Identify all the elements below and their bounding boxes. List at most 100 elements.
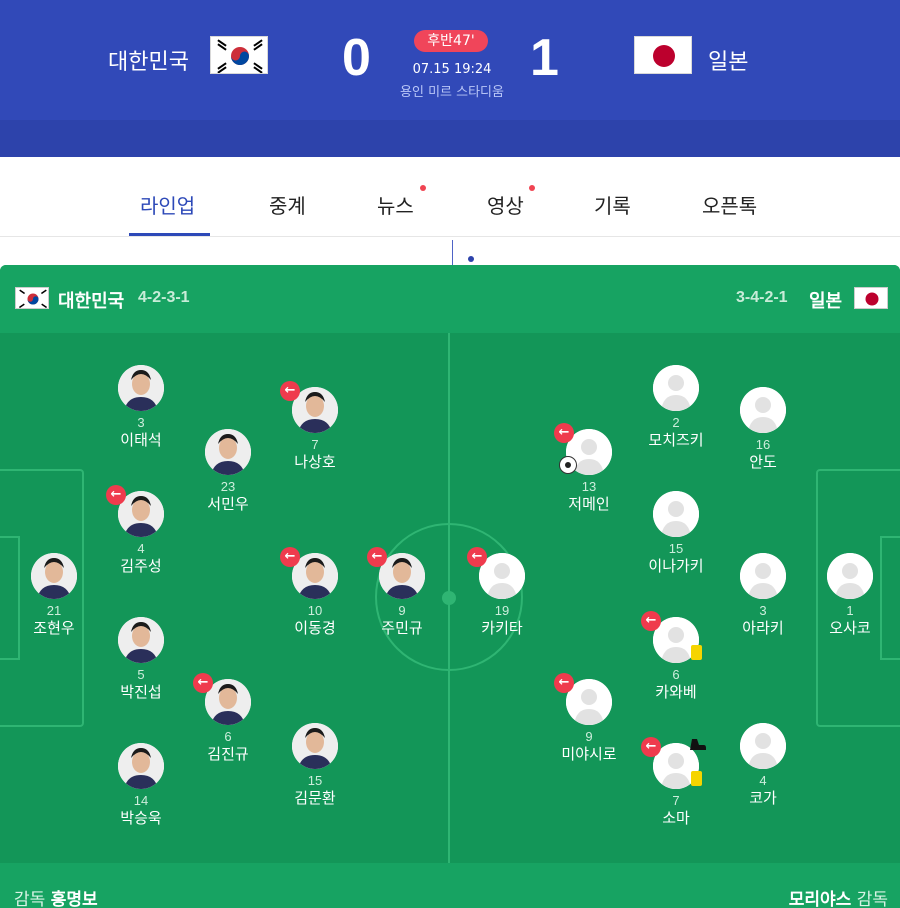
video-new-dot [529, 185, 535, 191]
coach-name[interactable]: 모리야스 [789, 890, 852, 908]
player-away[interactable]: 19 카키타 ← [452, 547, 552, 649]
away-score: 1 [530, 29, 559, 87]
player-name: 모치즈키 [648, 431, 704, 449]
player-away[interactable]: 9 미야시로 ← [539, 673, 639, 775]
away-coach: 모리야스 감독 [789, 885, 888, 908]
player-name: 조현우 [33, 619, 75, 637]
japan-flag-icon [634, 36, 692, 74]
goal-events-bar: 저메인 8' [0, 120, 900, 277]
player-number: 9 [585, 729, 593, 744]
player-number: 4 [759, 773, 767, 788]
player-name: 김문환 [294, 789, 336, 807]
tab-lineup[interactable]: 라인업 [140, 190, 195, 219]
player-home[interactable]: 3 이태석 [91, 365, 191, 461]
player-number: 10 [307, 603, 323, 618]
home-lineup-team[interactable]: 대한민국 [58, 287, 124, 313]
yellow-card-icon [691, 645, 702, 660]
substitution-icon: ← [641, 611, 661, 631]
player-home[interactable]: 23 서민우 [178, 429, 278, 525]
coach-name[interactable]: 홍명보 [51, 890, 98, 908]
pitch: 3 이태석 7 나상호 ← 23 서민우 4 김주성 ← 21 조현우 10 이동경 ← 9 주민규 ← 5 박진섭 6… [0, 333, 900, 863]
player-name: 나상호 [294, 453, 336, 471]
player-away[interactable]: 16 안도 [713, 387, 813, 483]
match-datetime: 07.15 19:24 [412, 62, 492, 77]
tab-broadcast[interactable]: 중계 [269, 190, 306, 219]
player-name: 서민우 [207, 495, 249, 513]
player-name: 주민규 [381, 619, 423, 637]
match-header: 대한민국 0 후반47' 07.15 19:24 용인 미르 스타디움 1 일본… [0, 0, 900, 277]
player-name: 코가 [749, 789, 777, 807]
tab-video[interactable]: 영상 [487, 190, 524, 219]
player-name: 박진섭 [120, 683, 162, 701]
player-away[interactable]: 6 카와베 ← [626, 611, 726, 713]
player-name: 이태석 [120, 431, 162, 449]
player-away[interactable]: 13 저메인 ← [539, 423, 639, 525]
player-avatar [31, 553, 77, 599]
player-avatar [653, 365, 699, 411]
player-away[interactable]: 3 아라키 [713, 553, 813, 649]
player-home[interactable]: 4 김주성 ← [91, 485, 191, 587]
player-name: 아라키 [742, 619, 784, 637]
home-score: 0 [342, 29, 371, 87]
player-home[interactable]: 7 나상호 ← [265, 381, 365, 483]
player-home[interactable]: 9 주민규 ← [352, 547, 452, 649]
player-name: 오사코 [829, 619, 871, 637]
player-number: 6 [224, 729, 232, 744]
player-name: 박승욱 [120, 809, 162, 827]
tab-records[interactable]: 기록 [594, 190, 631, 219]
boot-icon [688, 739, 706, 757]
player-number: 13 [581, 479, 597, 494]
player-home[interactable]: 6 김진규 ← [178, 673, 278, 775]
away-team-name[interactable]: 일본 [708, 44, 748, 76]
player-avatar [292, 723, 338, 769]
player-home[interactable]: 10 이동경 ← [265, 547, 365, 649]
player-away[interactable]: 4 코가 [713, 723, 813, 819]
player-number: 19 [494, 603, 510, 618]
player-avatar [118, 743, 164, 789]
home-team-name[interactable]: 대한민국 [108, 44, 189, 76]
player-name: 안도 [749, 453, 777, 471]
player-number: 21 [46, 603, 62, 618]
player-avatar [205, 429, 251, 475]
player-number: 23 [220, 479, 236, 494]
substitution-icon: ← [193, 673, 213, 693]
player-number: 3 [137, 415, 145, 430]
player-number: 7 [311, 437, 319, 452]
player-number: 9 [398, 603, 406, 618]
player-number: 6 [672, 667, 680, 682]
substitution-icon: ← [554, 423, 574, 443]
player-home[interactable]: 21 조현우 [4, 553, 104, 649]
lineup-header: 대한민국 4-2-3-1 3-4-2-1 일본 [0, 265, 900, 333]
substitution-icon: ← [367, 547, 387, 567]
player-home[interactable]: 5 박진섭 [91, 617, 191, 713]
active-tab-indicator [129, 233, 210, 236]
player-number: 2 [672, 415, 680, 430]
news-new-dot [420, 185, 426, 191]
korea-flag-icon [15, 287, 49, 309]
soccer-ball-icon [465, 253, 477, 265]
player-away[interactable]: 2 모치즈키 [626, 365, 726, 461]
japan-flag-icon [854, 287, 888, 309]
match-venue: 용인 미르 스타디움 [400, 85, 504, 100]
player-name: 저메인 [568, 495, 610, 513]
player-away[interactable]: 1 오사코 [800, 553, 900, 649]
player-number: 3 [759, 603, 767, 618]
yellow-card-icon [691, 771, 702, 786]
tab-opentalk[interactable]: 오픈톡 [702, 190, 757, 219]
coach-bar: 감독 홍명보 모리야스 감독 [0, 863, 900, 908]
coach-label: 감독 [856, 890, 888, 908]
player-number: 14 [133, 793, 149, 808]
player-number: 1 [846, 603, 854, 618]
player-name: 카키타 [481, 619, 523, 637]
player-home[interactable]: 14 박승욱 [91, 743, 191, 839]
tab-news[interactable]: 뉴스 [377, 190, 414, 219]
player-away[interactable]: 7 소마 ← [626, 737, 726, 839]
away-lineup-team[interactable]: 일본 [809, 287, 842, 313]
player-home[interactable]: 15 김문환 [265, 723, 365, 819]
tab-bar: 라인업 중계 뉴스 영상 기록 오픈톡 [0, 170, 900, 237]
player-name: 김주성 [120, 557, 162, 575]
player-name: 김진규 [207, 745, 249, 763]
substitution-icon: ← [467, 547, 487, 567]
korea-flag-icon [210, 36, 268, 74]
player-away[interactable]: 15 이나가키 [626, 491, 726, 587]
